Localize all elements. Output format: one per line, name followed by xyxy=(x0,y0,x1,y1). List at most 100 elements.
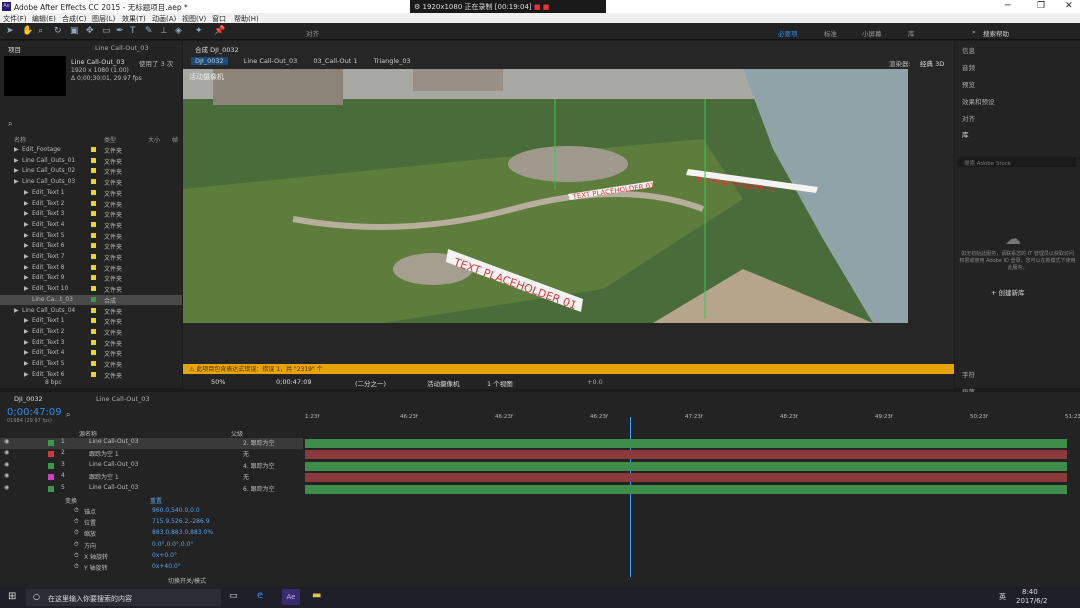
close-button[interactable]: ✕ xyxy=(1065,1,1073,11)
project-item[interactable]: ▶ Edit_Text 6 文件夹 xyxy=(0,241,182,251)
visibility-icon[interactable]: ◉ xyxy=(4,472,9,479)
exposure-value[interactable]: +0.0 xyxy=(587,378,603,386)
expand-icon[interactable]: ▶ xyxy=(24,221,29,228)
expand-icon[interactable]: ▶ xyxy=(14,178,19,185)
expand-icon[interactable]: ▶ xyxy=(24,253,29,260)
project-item[interactable]: ▶ Edit_Text 1 文件夹 xyxy=(0,188,182,198)
task-view-icon[interactable]: ▭ xyxy=(229,591,238,601)
visibility-icon[interactable]: ◉ xyxy=(4,484,9,491)
layer-name[interactable]: Line Call-Out_03 xyxy=(89,484,138,491)
comp-tab[interactable]: 合成 DJI_0032 xyxy=(195,44,239,54)
label-color-chip[interactable] xyxy=(91,232,96,238)
time-ruler[interactable]: 1:23f 46:23f 46:23f 46:23f 47:23f 48:23f 49:23… xyxy=(305,414,1080,424)
windows-start-icon[interactable]: ⊞ xyxy=(8,591,16,602)
eraser-tool-icon[interactable]: ◈ xyxy=(175,26,182,36)
label-color-chip[interactable] xyxy=(91,211,96,217)
language-indicator[interactable]: 英 xyxy=(999,592,1006,602)
audio-panel[interactable]: 音频 xyxy=(962,62,975,72)
label-color-chip[interactable] xyxy=(91,189,96,195)
property-value[interactable]: 883.0,883.0,883.0% xyxy=(152,529,213,536)
renderer-value[interactable]: 经典 3D xyxy=(920,58,944,68)
transform-reset[interactable]: 重置 xyxy=(150,496,162,505)
puppet-tool-icon[interactable]: ✦ xyxy=(195,26,203,36)
layer-duration-bar[interactable] xyxy=(305,450,1067,460)
crumb-triangle[interactable]: Triangle_03 xyxy=(374,57,411,65)
libraries-tab[interactable]: 库 xyxy=(962,129,969,139)
label-color-chip[interactable] xyxy=(91,254,96,259)
project-item[interactable]: ▶ Line Call_Outs_01 文件夹 xyxy=(0,156,182,166)
layer-row[interactable]: ◉ 4 跟踪为空 1 无 xyxy=(0,472,303,483)
stopwatch-icon[interactable]: ⏱ xyxy=(74,518,79,526)
project-item[interactable]: ▶ Edit_Text 1 文件夹 xyxy=(0,316,182,326)
visibility-icon[interactable]: ◉ xyxy=(4,449,9,456)
project-item[interactable]: ▶ Line Call_Outs_03 文件夹 xyxy=(0,177,182,187)
layer-color-chip[interactable] xyxy=(48,440,54,446)
workspace-library[interactable]: 库 xyxy=(908,28,915,38)
clone-tool-icon[interactable]: ⊥ xyxy=(160,26,168,36)
expand-icon[interactable]: ▶ xyxy=(24,285,29,292)
transform-property[interactable]: ⏱ Y 轴旋转 0x+40.0° xyxy=(0,563,303,574)
layer-parent-select[interactable]: 无 xyxy=(243,449,249,458)
transform-property[interactable]: ⏱ 方向 0.0°,0.0°,0.0° xyxy=(0,541,303,552)
visibility-icon[interactable]: ◉ xyxy=(4,438,9,445)
taskbar-search[interactable]: ○ 在这里输入你要搜索的内容 xyxy=(26,589,221,606)
project-item[interactable]: ▶ Edit_Text 2 文件夹 xyxy=(0,199,182,209)
project-item[interactable]: ▶ Edit_Text 4 文件夹 xyxy=(0,220,182,230)
selection-tool-icon[interactable]: ➤ xyxy=(6,26,14,36)
expand-icon[interactable]: ▶ xyxy=(24,339,29,346)
clock-time[interactable]: 8:40 xyxy=(1022,588,1038,596)
effect-controls-tab[interactable]: Line Call-Out_03 xyxy=(95,44,149,52)
expand-icon[interactable]: ▶ xyxy=(24,371,29,378)
expand-icon[interactable]: ▶ xyxy=(24,349,29,356)
stock-search[interactable]: 搜索 Adobe Stock xyxy=(958,157,1076,167)
col-frame[interactable]: 帧 xyxy=(172,135,178,144)
expand-icon[interactable]: ▶ xyxy=(24,328,29,335)
zoom-select[interactable]: 50% xyxy=(211,378,225,386)
preview-panel[interactable]: 预览 xyxy=(962,79,975,89)
label-color-chip[interactable] xyxy=(91,179,96,185)
label-color-chip[interactable] xyxy=(91,296,96,302)
project-item[interactable]: ▶ Edit_Footage 文件夹 xyxy=(0,145,182,155)
stopwatch-icon[interactable]: ⏱ xyxy=(74,507,79,515)
project-item[interactable]: ▶ Edit_Text 2 文件夹 xyxy=(0,327,182,337)
label-color-chip[interactable] xyxy=(91,307,96,313)
project-item[interactable]: Line Ca...t_03 合成 xyxy=(0,294,182,305)
project-item[interactable]: ▶ Edit_Text 3 文件夹 xyxy=(0,338,182,348)
col-parent[interactable]: 父级 xyxy=(231,429,243,438)
search-icon[interactable]: ⌕ xyxy=(66,410,70,420)
layer-duration-bar[interactable] xyxy=(305,439,1067,448)
views-select[interactable]: 1 个视图 xyxy=(487,378,513,388)
col-name[interactable]: 名称 xyxy=(14,135,26,144)
layer-color-chip[interactable] xyxy=(48,474,54,481)
transform-property[interactable]: ⏱ 缩放 883.0,883.0,883.0% xyxy=(0,529,303,540)
label-color-chip[interactable] xyxy=(91,157,96,163)
transform-property[interactable]: ⏱ X 轴旋转 0x+0.0° xyxy=(0,552,303,563)
search-help[interactable]: 搜索帮助 xyxy=(983,28,1009,38)
workspace-standard[interactable]: 标准 xyxy=(824,28,837,38)
crumb-callout1[interactable]: 03_Call-Out 1 xyxy=(313,57,357,65)
layer-name[interactable]: Line Call-Out_03 xyxy=(89,461,138,468)
project-item[interactable]: ▶ Line Call_Outs_02 文件夹 xyxy=(0,166,182,176)
workspace-essentials[interactable]: 必要项 xyxy=(778,28,798,38)
expand-icon[interactable]: ▶ xyxy=(24,200,29,207)
project-item[interactable]: ▶ Edit_Text 9 文件夹 xyxy=(0,273,182,283)
expand-icon[interactable]: ▶ xyxy=(24,189,29,196)
expand-icon[interactable]: ▶ xyxy=(14,146,19,153)
project-item[interactable]: ▶ Edit_Text 6 文件夹 xyxy=(0,370,182,380)
expand-icon[interactable]: ▶ xyxy=(14,157,19,164)
expand-icon[interactable]: ▶ xyxy=(24,360,29,367)
project-item[interactable]: ▶ Edit_Text 8 文件夹 xyxy=(0,263,182,273)
label-color-chip[interactable] xyxy=(91,350,96,356)
label-color-chip[interactable] xyxy=(91,328,96,334)
rectangle-tool-icon[interactable]: ▭ xyxy=(102,26,111,36)
rotate-tool-icon[interactable]: ↻ xyxy=(54,26,62,36)
layer-parent-select[interactable]: 4. 跟踪为空 xyxy=(243,461,275,470)
project-item[interactable]: ▶ Edit_Text 4 文件夹 xyxy=(0,348,182,358)
layer-name[interactable]: 跟踪为空 1 xyxy=(89,472,119,481)
bit-depth[interactable]: 8 bpc xyxy=(45,379,62,386)
pin-tool-icon[interactable]: 📌 xyxy=(214,26,225,36)
stopwatch-icon[interactable]: ⏱ xyxy=(74,529,79,537)
project-item[interactable]: ▶ Line Call_Outs_04 文件夹 xyxy=(0,306,182,316)
expand-icon[interactable]: ▶ xyxy=(24,232,29,239)
stopwatch-icon[interactable]: ⏱ xyxy=(74,552,79,560)
